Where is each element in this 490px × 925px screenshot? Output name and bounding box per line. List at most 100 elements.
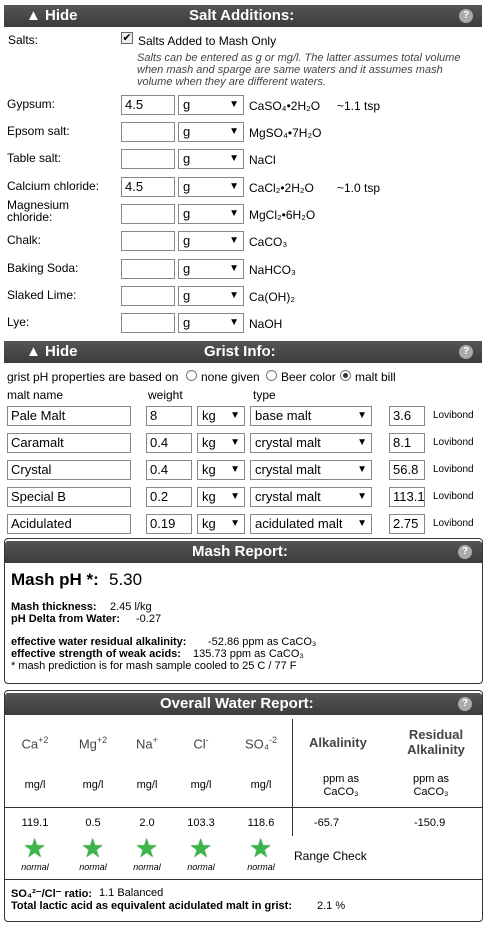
malt-type-select[interactable]: crystal malt ▼ xyxy=(250,487,372,507)
malt-color-input[interactable]: 8.1 xyxy=(389,433,425,453)
salt-unit-select[interactable]: g ▼ xyxy=(178,204,244,224)
ion-unit: mg/l xyxy=(190,779,212,791)
malt-color-input[interactable]: 3.6 xyxy=(389,406,425,426)
salt-amount-input[interactable]: 4.5 xyxy=(121,95,175,115)
malt-weight-unit-select[interactable]: kg ▼ xyxy=(197,406,245,426)
salt-row-label: Magnesium chloride: xyxy=(7,198,70,224)
malt-weight-unit-select[interactable]: kg ▼ xyxy=(197,433,245,453)
ion-status: normal xyxy=(133,862,161,872)
salt-unit-select[interactable]: g ▼ xyxy=(178,286,244,306)
weak-acids-value: 135.73 ppm as CaCO₃ xyxy=(193,648,304,660)
salt-unit-select[interactable]: g ▼ xyxy=(178,259,244,279)
mash-thickness-label: Mash thickness: xyxy=(11,601,97,613)
salt-row-label: Gypsum: xyxy=(7,97,56,111)
radio-none-given-label: none given xyxy=(201,370,260,384)
salt-row-label: Slaked Lime: xyxy=(7,288,77,302)
grist-hide-toggle[interactable]: ▲ Hide xyxy=(26,341,78,363)
status-star-icon: ★ xyxy=(81,833,105,863)
grist-info-header: ▲ Hide Grist Info: ? xyxy=(4,341,482,363)
salt-amount-input[interactable] xyxy=(121,204,175,224)
col-weight: weight xyxy=(148,388,183,402)
grist-section-title: Grist Info: xyxy=(204,343,276,360)
salt-formula: CaSO₄•2H₂O xyxy=(249,99,321,113)
chevron-down-icon: ▼ xyxy=(230,518,240,529)
malt-weight-unit-select[interactable]: kg ▼ xyxy=(197,487,245,507)
salt-help-icon[interactable]: ? xyxy=(459,9,473,23)
malt-weight-input[interactable]: 8 xyxy=(146,406,192,426)
salt-row-label: Chalk: xyxy=(7,233,42,247)
radio-malt-bill[interactable] xyxy=(340,370,351,381)
malt-type-select[interactable]: acidulated malt ▼ xyxy=(250,514,372,534)
mash-ph-value: 5.30 xyxy=(109,570,143,589)
ph-delta-label: pH Delta from Water: xyxy=(11,613,120,625)
mash-report-header: Mash Report: ? xyxy=(5,541,482,563)
salt-amount-input[interactable] xyxy=(121,122,175,142)
malt-type-select[interactable]: crystal malt ▼ xyxy=(250,460,372,480)
salt-amount-input[interactable] xyxy=(121,149,175,169)
malt-color-unit: Lovibond xyxy=(433,437,474,448)
salt-tsp-estimate: ~1.0 tsp xyxy=(337,181,381,195)
ratio-value: 1.1 Balanced xyxy=(99,887,164,899)
malt-name-input[interactable]: Pale Malt xyxy=(7,406,131,426)
radio-beer-color-label: Beer color xyxy=(281,370,336,384)
malt-name-input[interactable]: Crystal xyxy=(7,460,131,480)
malt-color-unit: Lovibond xyxy=(433,491,474,502)
salt-amount-input[interactable]: 4.5 xyxy=(121,177,175,197)
ion-unit: mg/l xyxy=(24,779,46,791)
salt-unit-select[interactable]: g ▼ xyxy=(178,122,244,142)
grist-help-icon[interactable]: ? xyxy=(459,345,473,359)
salt-unit-select[interactable]: g ▼ xyxy=(178,149,244,169)
malt-name-input[interactable]: Acidulated xyxy=(7,514,131,534)
ion-value: 2.0 xyxy=(139,817,155,829)
chevron-down-icon: ▼ xyxy=(230,410,240,421)
water-help-icon[interactable]: ? xyxy=(458,697,472,711)
salt-unit-select[interactable]: g ▼ xyxy=(178,95,244,115)
chevron-down-icon: ▼ xyxy=(357,464,367,475)
malt-color-input[interactable]: 2.75 xyxy=(389,514,425,534)
radio-malt-bill-label: malt bill xyxy=(355,370,396,384)
mash-help-icon[interactable]: ? xyxy=(458,545,472,559)
malt-weight-input[interactable]: 0.4 xyxy=(146,460,192,480)
ion-status: normal xyxy=(247,862,275,872)
malt-type-select[interactable]: base malt ▼ xyxy=(250,406,372,426)
mash-report-panel: Mash Report: ? Mash pH *: 5.30 Mash thic… xyxy=(4,538,483,684)
chevron-down-icon: ▼ xyxy=(230,437,240,448)
weak-acids-label: effective strength of weak acids: xyxy=(11,648,181,660)
salt-amount-input[interactable] xyxy=(121,231,175,251)
salt-units-note: Salts can be entered as g or mg/l. The l… xyxy=(137,52,461,88)
salt-formula: MgCl₂•6H₂O xyxy=(249,208,316,222)
radio-none-given[interactable] xyxy=(186,370,197,381)
malt-weight-input[interactable]: 0.2 xyxy=(146,487,192,507)
salt-unit-select[interactable]: g ▼ xyxy=(178,313,244,333)
chevron-down-icon: ▼ xyxy=(229,99,239,110)
salt-formula: NaCl xyxy=(249,153,276,167)
malt-weight-unit-select[interactable]: kg ▼ xyxy=(197,514,245,534)
salt-formula: NaHCO₃ xyxy=(249,263,296,277)
salt-section-title: Salt Additions: xyxy=(189,7,295,24)
malt-weight-input[interactable]: 0.19 xyxy=(146,514,192,534)
lactic-acid-value: 2.1 % xyxy=(317,900,346,912)
salt-amount-input[interactable] xyxy=(121,259,175,279)
radio-beer-color[interactable] xyxy=(266,370,277,381)
chevron-down-icon: ▼ xyxy=(357,518,367,529)
ion-value: 119.1 xyxy=(21,817,49,829)
salt-unit-select[interactable]: g ▼ xyxy=(178,177,244,197)
mash-thickness-value: 2.45 l/kg xyxy=(110,601,152,613)
salt-unit-select[interactable]: g ▼ xyxy=(178,231,244,251)
malt-weight-unit-select[interactable]: kg ▼ xyxy=(197,460,245,480)
malt-weight-input[interactable]: 0.4 xyxy=(146,433,192,453)
malt-type-select[interactable]: crystal malt ▼ xyxy=(250,433,372,453)
ion-header: SO₄-2 xyxy=(244,735,278,752)
salts-mash-only-checkbox[interactable]: ✔ xyxy=(121,32,133,44)
salt-amount-input[interactable] xyxy=(121,313,175,333)
malt-name-input[interactable]: Caramalt xyxy=(7,433,131,453)
salt-hide-toggle[interactable]: ▲ Hide xyxy=(26,5,78,27)
malt-name-input[interactable]: Special B xyxy=(7,487,131,507)
malt-color-input[interactable]: 113.1 xyxy=(389,487,425,507)
ion-header: Cl- xyxy=(193,735,209,752)
malt-color-input[interactable]: 56.8 xyxy=(389,460,425,480)
mash-ph-label: Mash pH *: xyxy=(11,570,99,589)
salt-amount-input[interactable] xyxy=(121,286,175,306)
salt-additions-header: ▲ Hide Salt Additions: ? xyxy=(4,5,482,27)
chevron-down-icon: ▼ xyxy=(357,437,367,448)
